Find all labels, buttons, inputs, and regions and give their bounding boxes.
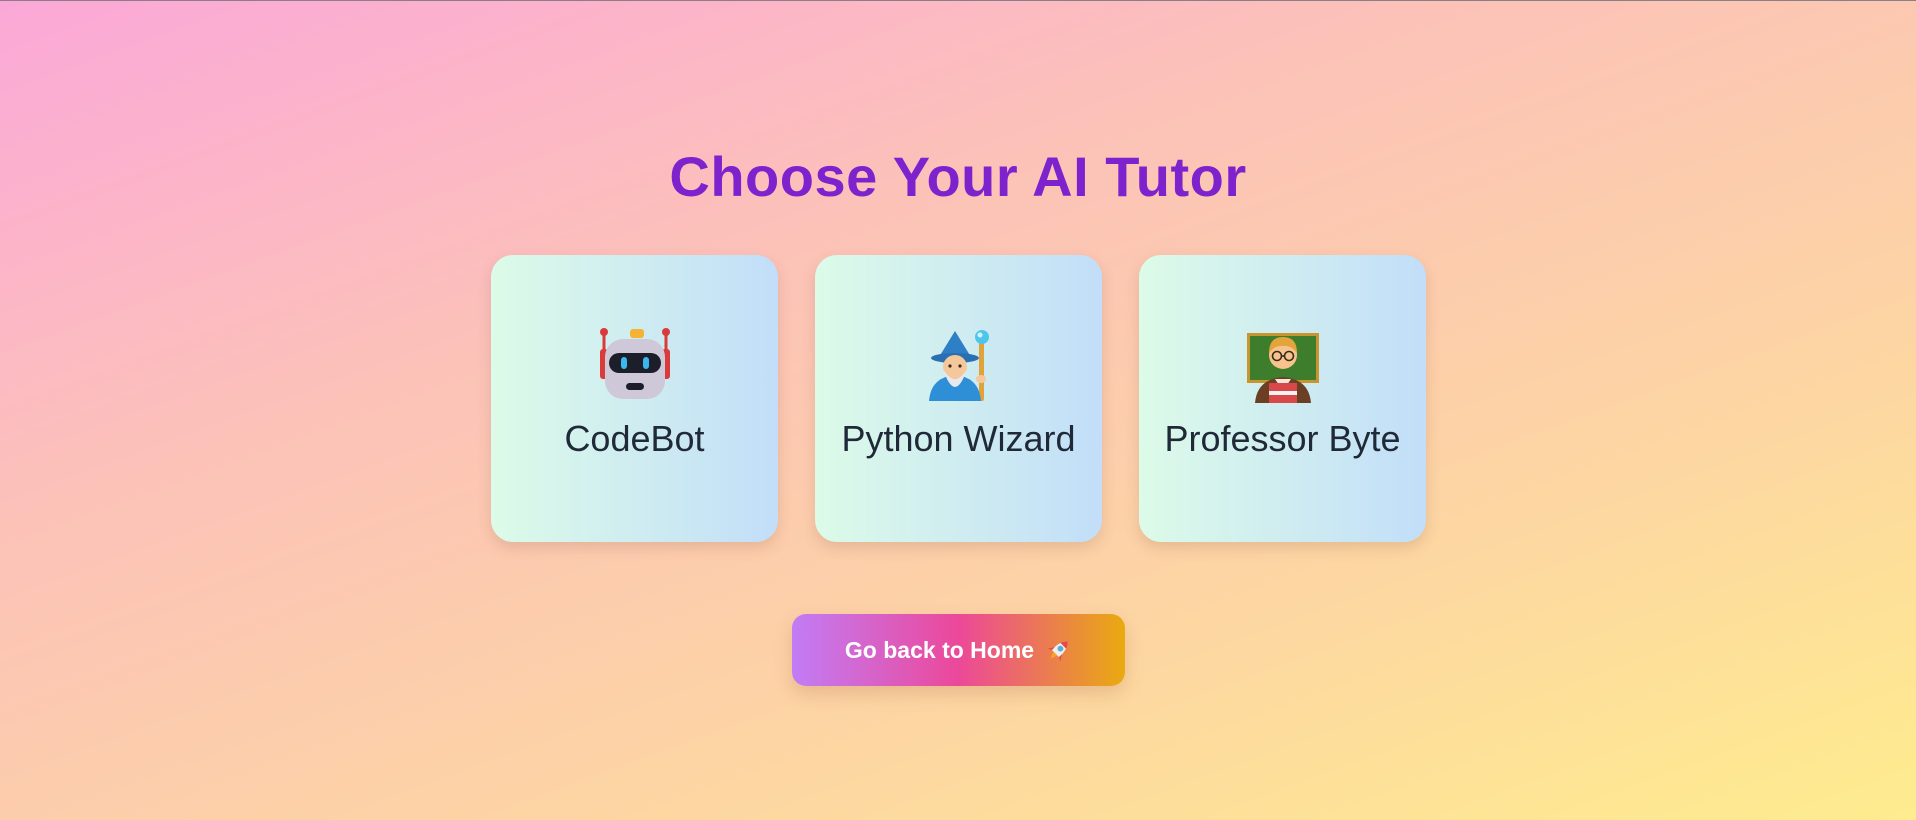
page-title: Choose Your AI Tutor xyxy=(669,145,1247,208)
tutor-card-professor-byte[interactable]: Professor Byte xyxy=(1139,255,1426,542)
rocket-icon xyxy=(1046,637,1072,663)
wizard-icon xyxy=(815,327,1102,403)
robot-icon xyxy=(491,327,778,403)
tutor-card-label: Professor Byte xyxy=(1164,418,1401,459)
tutor-card-label: CodeBot xyxy=(564,418,705,459)
tutor-card-codebot[interactable]: CodeBot xyxy=(491,255,778,542)
go-home-button-label: Go back to Home xyxy=(844,636,1035,663)
teacher-icon xyxy=(1139,327,1426,403)
tutor-card-list: CodeBot Python Wizard Professor Byte xyxy=(491,255,1426,542)
go-home-button[interactable]: Go back to Home xyxy=(792,614,1125,686)
tutor-card-label: Python Wizard xyxy=(841,418,1076,459)
tutor-card-python-wizard[interactable]: Python Wizard xyxy=(815,255,1102,542)
